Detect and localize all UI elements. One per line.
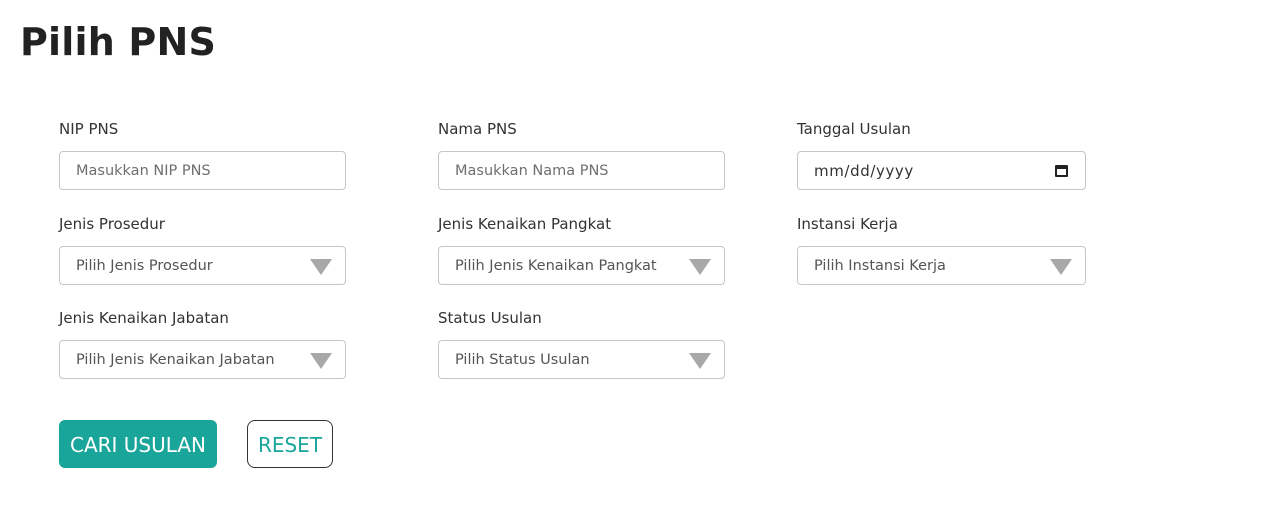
jenis-kenaikan-pangkat-label: Jenis Kenaikan Pangkat	[438, 215, 612, 233]
status-usulan-label: Status Usulan	[438, 309, 542, 327]
nama-label: Nama PNS	[438, 120, 517, 138]
page-title: Pilih PNS	[20, 20, 217, 64]
reset-button[interactable]: RESET	[247, 420, 333, 468]
nip-label: NIP PNS	[59, 120, 119, 138]
jenis-kenaikan-jabatan-label: Jenis Kenaikan Jabatan	[59, 309, 229, 327]
jenis-kenaikan-pangkat-select[interactable]: Pilih Jenis Kenaikan Pangkat	[438, 246, 725, 285]
tanggal-value: mm/dd/yyyy	[814, 162, 914, 180]
dropdown-arrow-icon	[310, 353, 332, 369]
dropdown-arrow-icon	[1050, 259, 1072, 275]
calendar-icon[interactable]	[1055, 165, 1068, 177]
nama-field[interactable]: Masukkan Nama PNS	[438, 151, 725, 190]
dropdown-arrow-icon	[689, 259, 711, 275]
tanggal-label: Tanggal Usulan	[797, 120, 911, 138]
nama-placeholder: Masukkan Nama PNS	[455, 163, 609, 179]
instansi-kerja-select[interactable]: Pilih Instansi Kerja	[797, 246, 1086, 285]
dropdown-arrow-icon	[310, 259, 332, 275]
dropdown-arrow-icon	[689, 353, 711, 369]
instansi-kerja-label: Instansi Kerja	[797, 215, 898, 233]
tanggal-date-field[interactable]: mm/dd/yyyy	[797, 151, 1086, 190]
jenis-kenaikan-jabatan-select[interactable]: Pilih Jenis Kenaikan Jabatan	[59, 340, 346, 379]
cari-usulan-button[interactable]: CARI USULAN	[59, 420, 217, 468]
jenis-prosedur-label: Jenis Prosedur	[59, 215, 165, 233]
status-usulan-select[interactable]: Pilih Status Usulan	[438, 340, 725, 379]
jenis-kenaikan-pangkat-selected: Pilih Jenis Kenaikan Pangkat	[455, 258, 657, 274]
jenis-prosedur-select[interactable]: Pilih Jenis Prosedur	[59, 246, 346, 285]
nip-placeholder: Masukkan NIP PNS	[76, 163, 211, 179]
instansi-kerja-selected: Pilih Instansi Kerja	[814, 258, 946, 274]
jenis-kenaikan-jabatan-selected: Pilih Jenis Kenaikan Jabatan	[76, 352, 275, 368]
status-usulan-selected: Pilih Status Usulan	[455, 352, 590, 368]
nip-field[interactable]: Masukkan NIP PNS	[59, 151, 346, 190]
jenis-prosedur-selected: Pilih Jenis Prosedur	[76, 258, 213, 274]
